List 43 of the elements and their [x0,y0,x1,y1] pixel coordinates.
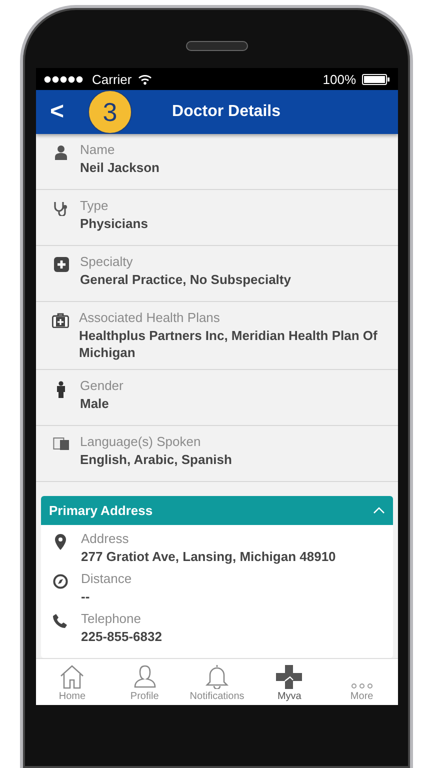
detail-label: Language(s) Spoken [80,434,202,449]
carrier-text: Carrier [92,72,132,86]
tab-item[interactable]: Home [36,659,108,705]
tab-item[interactable]: Notifications [180,659,254,705]
home-icon [59,665,86,689]
section-header[interactable]: Primary Address [41,496,393,525]
screen-title: Doctor Details [172,103,280,121]
detail-label: Type [80,198,110,213]
detail-value: -- [81,588,91,605]
tab-item[interactable]: Profile [108,659,181,705]
more-icon [350,683,373,689]
person-icon [56,381,66,398]
speaker-slot [186,41,248,51]
pin-icon [54,534,66,550]
detail-label: Address [81,531,130,546]
kit-icon [52,313,69,328]
detail-value: Neil Jackson [80,159,160,176]
detail-value: Male [80,395,110,412]
compass-icon [52,574,68,589]
tab-item[interactable]: Myva [253,659,326,705]
wifi-icon [138,74,152,84]
detail-label: Specialty [80,254,134,269]
battery-icon [362,74,390,84]
detail-label: Distance [81,571,132,586]
detail-value: General Practice, No Subspecialty [80,271,291,288]
phone-icon [53,614,67,628]
detail-value: Physicians [80,215,148,232]
detail-label: Telephone [81,611,142,626]
plus-icon [54,257,68,272]
bell-icon [205,664,230,689]
section-title: Primary Address [49,503,154,518]
detail-value: 225-855-6832 [81,628,162,645]
tab-item[interactable]: More [326,659,398,705]
battery-percent: 100% [322,72,356,86]
detail-value: Healthplus Partners Inc, Meridian Health Plan Of Michigan [79,327,378,361]
detail-label: Name [80,142,116,157]
back-button[interactable]: < [36,98,74,126]
profile-icon [134,665,156,689]
detail-label: Gender [80,378,124,393]
detail-label: Associated Health Plans [79,310,221,325]
stethoscope-icon [53,201,69,216]
detail-value: 277 Gratiot Ave, Lansing, Michigan 48910 [81,548,336,565]
detail-value: English, Arabic, Spanish [80,451,232,468]
